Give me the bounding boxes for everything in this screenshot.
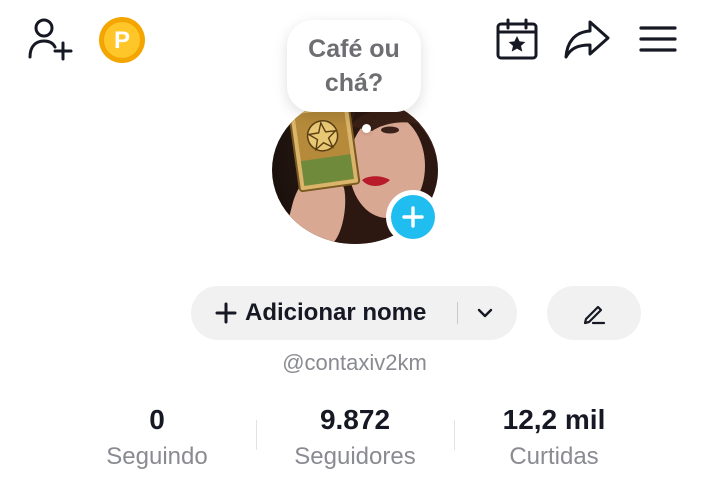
share-icon[interactable]	[562, 16, 612, 62]
following-label: Seguindo	[106, 443, 208, 470]
coin-letter: P	[114, 27, 130, 54]
add-friend-icon[interactable]	[26, 16, 74, 62]
stat-divider	[454, 420, 455, 450]
bubble-text-line2: chá?	[324, 69, 384, 97]
likes-count: 12,2 mil	[502, 404, 606, 435]
following-count: 0	[149, 404, 165, 435]
status-bubble[interactable]: Café ou chá?	[287, 20, 421, 112]
add-photo-button[interactable]	[386, 190, 440, 244]
followers-label: Seguidores	[294, 443, 416, 470]
bubble-tail-dot	[362, 124, 371, 133]
pencil-icon	[583, 305, 606, 325]
plus-icon	[402, 206, 424, 228]
bubble-text-line1: Café ou	[308, 35, 400, 63]
likes-label: Curtidas	[509, 443, 599, 470]
stat-divider	[256, 420, 257, 450]
avatar-container	[270, 96, 440, 244]
hamburger-menu-icon[interactable]	[634, 16, 682, 62]
plus-icon	[215, 302, 237, 324]
stat-likes[interactable]: 12,2 mil Curtidas	[488, 404, 620, 474]
stat-followers[interactable]: 9.872 Seguidores	[280, 404, 430, 474]
coin-icon[interactable]: P	[98, 16, 146, 64]
calendar-star-icon[interactable]	[494, 16, 540, 62]
add-name-label: Adicionar nome	[245, 299, 427, 326]
chevron-down-icon[interactable]	[475, 303, 495, 323]
username: @contaxiv2km	[0, 350, 709, 376]
username-text: @contaxiv2km	[282, 350, 427, 375]
divider	[457, 302, 458, 324]
stat-following[interactable]: 0 Seguindo	[96, 404, 218, 474]
edit-profile-button[interactable]	[547, 286, 641, 340]
followers-count: 9.872	[319, 404, 391, 435]
add-name-button[interactable]: Adicionar nome	[191, 286, 517, 340]
